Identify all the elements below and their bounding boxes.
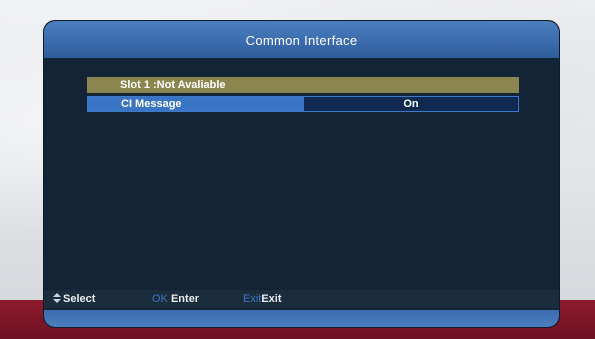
exit-key-label: Exit xyxy=(243,293,262,305)
help-enter-text: Enter xyxy=(170,293,200,305)
ci-message-value[interactable]: On xyxy=(304,97,518,112)
help-exit: ExitExit xyxy=(243,290,282,309)
common-interface-window: Common Interface Slot 1 :Not Avaliable C… xyxy=(44,21,559,327)
ci-menu: Slot 1 :Not Avaliable CI Message On xyxy=(87,77,519,115)
up-down-arrow-icon xyxy=(53,293,61,303)
title-bar: Common Interface xyxy=(44,21,559,58)
help-bar: Select OK Enter ExitExit xyxy=(44,290,559,308)
ok-key-label: OK xyxy=(152,293,168,305)
bottom-bar xyxy=(44,310,559,327)
window-title: Common Interface xyxy=(245,33,358,48)
slot-1-status-label: Slot 1 :Not Avaliable xyxy=(120,79,226,91)
help-select: Select xyxy=(53,290,95,309)
ci-message-row[interactable]: CI Message On xyxy=(87,96,519,112)
help-exit-text: Exit xyxy=(261,293,282,305)
ci-message-label: CI Message xyxy=(121,98,182,110)
help-enter: OK Enter xyxy=(152,290,199,309)
slot-1-row[interactable]: Slot 1 :Not Avaliable xyxy=(87,77,519,93)
help-select-text: Select xyxy=(63,293,96,305)
